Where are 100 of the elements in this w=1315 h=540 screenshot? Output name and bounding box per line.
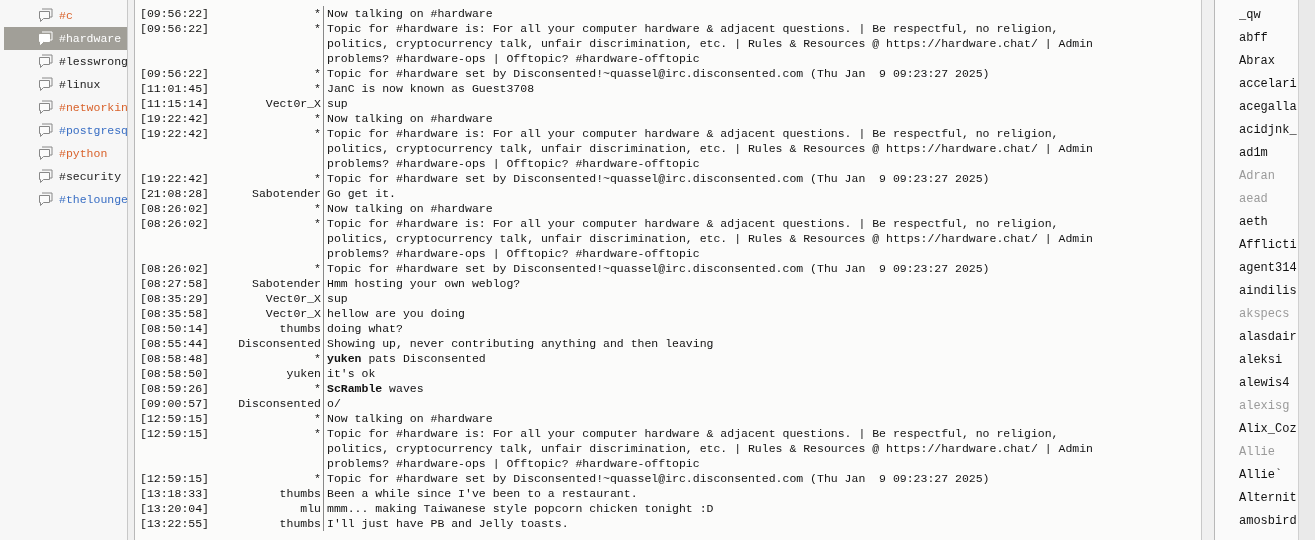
nickname: * [313, 216, 322, 232]
timestamp: [09:56:22] [139, 21, 210, 37]
nickname: Vect0r_X [264, 96, 322, 111]
message-text: Topic for #hardware set by Disconsented!~quassel@irc.disconsented.com (Thu Jan 9 09:23:27 2025) [323, 471, 1127, 486]
chat-bubbles-icon [38, 100, 54, 115]
timestamp: [12:59:15] [139, 411, 210, 426]
user-name[interactable]: ad1m [1215, 142, 1298, 165]
timestamp: [13:20:04] [139, 501, 210, 516]
user-name[interactable]: _qw [1215, 4, 1298, 27]
message-text: Topic for #hardware is: For all your computer hardware & adjacent questions. | Be respectful, no religion, politics, cryptocurrency talk, unfair discrimination, etc. | Rules & Resources @ https://hardware.chat/ | Admin problems? #hardware-ops | Offtopic? #hardware-offtopic [323, 126, 1127, 171]
message-text: Go get it. [323, 186, 1127, 201]
nickname: thumbs [278, 486, 322, 501]
user-name[interactable]: Abrax [1215, 50, 1298, 73]
timestamp: [08:35:58] [139, 306, 210, 321]
message-text: it's ok [323, 366, 1127, 381]
message-text: Now talking on #hardware [323, 411, 1127, 426]
timestamp: [08:35:29] [139, 291, 210, 306]
nickname: * [313, 171, 322, 186]
nickname: * [313, 471, 322, 486]
user-name[interactable]: acegalla [1215, 96, 1298, 119]
nickname: Sabotender [251, 276, 322, 291]
user-name[interactable]: alasdair [1215, 326, 1298, 349]
chat-bubbles-icon [38, 31, 54, 46]
message-text: Topic for #hardware is: For all your computer hardware & adjacent questions. | Be respectful, no religion, politics, cryptocurrency talk, unfair discrimination, etc. | Rules & Resources @ https://hardware.chat/ | Admin problems? #hardware-ops | Offtopic? #hardware-offtopic [323, 216, 1127, 261]
channel-item[interactable]: #c [4, 4, 127, 27]
chat-bubbles-icon [38, 123, 54, 138]
user-name[interactable]: alewis4 [1215, 372, 1298, 395]
scrollbar[interactable] [1298, 0, 1315, 540]
channel-item[interactable]: #python [4, 142, 127, 165]
message-text: JanC is now known as Guest3708 [323, 81, 1127, 96]
user-name[interactable]: agent314 [1215, 257, 1298, 280]
timestamp: [11:15:14] [139, 96, 210, 111]
nickname: * [313, 6, 322, 21]
message-text: Topic for #hardware set by Disconsented!~quassel@irc.disconsented.com (Thu Jan 9 09:23:27 2025) [323, 66, 1127, 81]
user-name[interactable]: aleksi [1215, 349, 1298, 372]
message-text: Now talking on #hardware [323, 6, 1127, 21]
channel-item[interactable]: #postgresq [4, 119, 127, 142]
message-text: Topic for #hardware set by Disconsented!~quassel@irc.disconsented.com (Thu Jan 9 09:23:27 2025) [323, 171, 1127, 186]
message-text: Now talking on #hardware [323, 201, 1127, 216]
nickname: * [313, 381, 322, 396]
timestamp: [09:56:22] [139, 66, 210, 81]
chat-bubbles-icon [38, 192, 54, 207]
message-text: hellow are you doing [323, 306, 1127, 321]
timestamp: [08:59:26] [139, 381, 210, 396]
message-text: o/ [323, 396, 1127, 411]
nickname: * [313, 351, 322, 366]
timestamp: [19:22:42] [139, 126, 210, 142]
chat-bubbles-icon [38, 169, 54, 184]
nickname: yuken [285, 366, 322, 381]
message-text: I'll just have PB and Jelly toasts. [323, 516, 1127, 531]
chat-bubbles-icon [38, 77, 54, 92]
nickname: Vect0r_X [264, 306, 322, 321]
timestamp: [19:22:42] [139, 171, 210, 186]
timestamp: [08:26:02] [139, 201, 210, 216]
nickname: * [313, 261, 322, 276]
timestamp: [09:56:22] [139, 6, 210, 21]
user-name[interactable]: abff [1215, 27, 1298, 50]
nickname: * [313, 201, 322, 216]
timestamp: [08:58:48] [139, 351, 210, 366]
user-name[interactable]: Afflicti [1215, 234, 1298, 257]
chat-bubbles-icon [38, 54, 54, 69]
user-name[interactable]: aindilis [1215, 280, 1298, 303]
nickname: * [313, 126, 322, 142]
user-name[interactable]: Alternit [1215, 487, 1298, 510]
channel-item[interactable]: #lesswrong [4, 50, 127, 73]
message-text: Hmm hosting your own weblog? [323, 276, 1127, 291]
message-text: Showing up, never contributing anything and then leaving [323, 336, 1127, 351]
nickname: * [313, 21, 322, 37]
user-name[interactable]: aeth [1215, 211, 1298, 234]
nickname: mlu [299, 501, 322, 516]
nickname: * [313, 111, 322, 126]
timestamp: [13:18:33] [139, 486, 210, 501]
nickname: * [313, 81, 322, 96]
timestamp: [12:59:15] [139, 426, 210, 442]
message-text: Now talking on #hardware [323, 111, 1127, 126]
timestamp: [12:59:15] [139, 471, 210, 486]
user-name[interactable]: Alix_Coz [1215, 418, 1298, 441]
message-text: Topic for #hardware is: For all your computer hardware & adjacent questions. | Be respectful, no religion, politics, cryptocurrency talk, unfair discrimination, etc. | Rules & Resources @ https://hardware.chat/ | Admin problems? #hardware-ops | Offtopic? #hardware-offtopic [323, 21, 1127, 66]
user-name[interactable]: accelari [1215, 73, 1298, 96]
timestamp: [08:55:44] [139, 336, 210, 351]
message-text: Topic for #hardware set by Disconsented!~quassel@irc.disconsented.com (Thu Jan 9 09:23:27 2025) [323, 261, 1127, 276]
chat-bubbles-icon [38, 146, 54, 161]
nickname: Disconsented [237, 396, 322, 411]
timestamp: [09:00:57] [139, 396, 210, 411]
nickname: thumbs [278, 321, 322, 336]
message-text: mmm... making Taiwanese style popcorn chicken tonight :D [323, 501, 1127, 516]
timestamp: [08:26:02] [139, 216, 210, 232]
user-name[interactable]: acidjnk_ [1215, 119, 1298, 142]
timestamp: [08:50:14] [139, 321, 210, 336]
channel-item[interactable]: #linux [4, 73, 127, 96]
channel-item[interactable]: #thelounge [4, 188, 127, 211]
channel-item[interactable]: #security [4, 165, 127, 188]
nickname: Sabotender [251, 186, 322, 201]
message-text: ScRamble waves [323, 381, 1127, 396]
nickname: * [313, 426, 322, 442]
timestamp: [08:27:58] [139, 276, 210, 291]
nickname: * [313, 411, 322, 426]
channel-item[interactable]: #networkin [4, 96, 127, 119]
user-name[interactable]: amosbird [1215, 510, 1298, 533]
user-name[interactable]: Allie` [1215, 464, 1298, 487]
